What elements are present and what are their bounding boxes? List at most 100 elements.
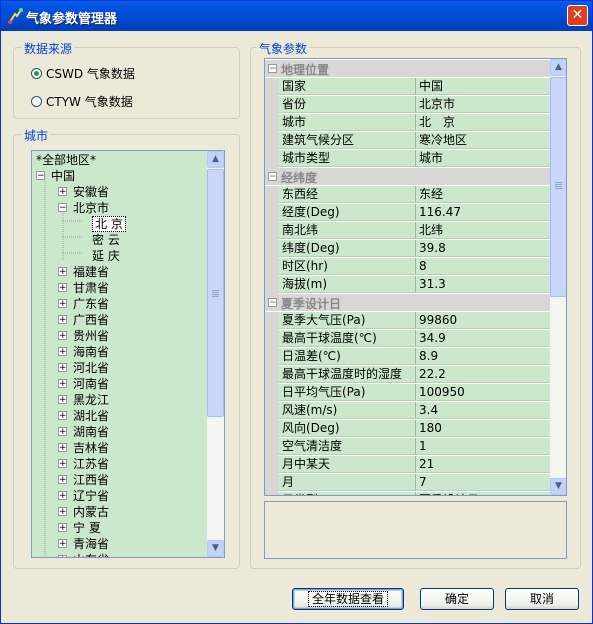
- property-row[interactable]: 城市类型 城市: [265, 150, 551, 168]
- property-value[interactable]: 1: [416, 438, 551, 455]
- scroll-up-icon[interactable]: ▲: [207, 151, 224, 168]
- radio-ctyw[interactable]: CTYW 气象数据: [31, 93, 133, 109]
- property-value[interactable]: 北纬: [416, 222, 551, 239]
- property-row[interactable]: 最高干球温度时的湿度 22.2: [265, 366, 551, 384]
- property-value[interactable]: 夏季设计日: [416, 492, 551, 495]
- property-value[interactable]: 北京市: [416, 96, 551, 113]
- property-value[interactable]: 39.8: [416, 240, 551, 257]
- collapse-icon[interactable]: −: [268, 64, 277, 74]
- property-grid-scrollbar[interactable]: ▲ ▼: [550, 59, 566, 495]
- property-row[interactable]: 省份 北京市: [265, 96, 551, 114]
- property-name: 城市: [279, 114, 416, 131]
- property-row[interactable]: 风速(m/s) 3.4: [265, 402, 551, 420]
- property-row[interactable]: 国家 中国: [265, 78, 551, 96]
- property-name: 省份: [279, 96, 416, 113]
- tree-connector-lines: [44, 175, 82, 557]
- property-value[interactable]: 99860: [416, 312, 551, 329]
- property-row[interactable]: 南北纬 北纬: [265, 222, 551, 240]
- property-gutter: [265, 240, 279, 258]
- scroll-up-icon[interactable]: ▲: [550, 59, 566, 76]
- property-row[interactable]: 时区(hr) 8: [265, 258, 551, 276]
- data-source-label: 数据来源: [22, 40, 75, 57]
- property-row[interactable]: 日类型夏季设计日: [265, 492, 551, 495]
- radio-cswd[interactable]: CSWD 气象数据: [31, 65, 135, 81]
- property-gutter: [265, 366, 279, 384]
- property-row[interactable]: 城市北 京: [265, 114, 551, 132]
- cancel-label: 取消: [529, 592, 554, 606]
- property-row[interactable]: 日平均气压(Pa) 100950: [265, 384, 551, 402]
- property-value[interactable]: 180: [416, 420, 551, 437]
- property-row[interactable]: 最高干球温度(℃) 34.9: [265, 330, 551, 348]
- property-value[interactable]: 中国: [416, 78, 551, 95]
- property-row[interactable]: 风向(Deg) 180: [265, 420, 551, 438]
- property-category[interactable]: − 夏季设计日: [265, 294, 551, 311]
- property-row[interactable]: 日温差(℃) 8.9: [265, 348, 551, 366]
- city-tree-scrollbar[interactable]: ▲ ▼: [207, 151, 224, 557]
- property-name: 日温差(℃): [279, 348, 416, 365]
- property-value[interactable]: 34.9: [416, 330, 551, 347]
- property-value[interactable]: 北 京: [416, 114, 551, 131]
- close-button[interactable]: ✕: [567, 5, 588, 26]
- property-name: 日平均气压(Pa): [279, 384, 416, 401]
- property-name: 海拔(m): [279, 276, 416, 293]
- property-value[interactable]: 城市: [416, 150, 551, 167]
- property-name: 日类型: [279, 492, 416, 495]
- property-value[interactable]: 22.2: [416, 366, 551, 383]
- property-row[interactable]: 建筑气候分区 寒冷地区: [265, 132, 551, 150]
- property-row[interactable]: 经度(Deg) 116.47: [265, 204, 551, 222]
- window: 气象参数管理器 ✕ 数据来源 CSWD 气象数据 CTYW 气象数据 城市 *全…: [0, 0, 593, 624]
- property-value[interactable]: 21: [416, 456, 551, 473]
- property-gutter: [265, 402, 279, 420]
- property-value[interactable]: 116.47: [416, 204, 551, 221]
- property-gutter: [265, 492, 279, 495]
- property-value[interactable]: 8: [416, 258, 551, 275]
- property-value[interactable]: 3.4: [416, 402, 551, 419]
- property-grid[interactable]: − 地理位置 国家 中国 省份 北京市 城市北 京建筑气候分区 寒冷地区 城市类型 城市 − 经纬度东…: [264, 58, 567, 496]
- app-icon: [8, 8, 23, 24]
- scroll-thumb[interactable]: [550, 77, 566, 297]
- scroll-down-icon[interactable]: ▼: [550, 478, 566, 495]
- ok-label: 确定: [444, 592, 469, 606]
- property-gutter: [265, 222, 279, 240]
- property-gutter: [265, 204, 279, 222]
- collapse-icon[interactable]: −: [268, 172, 277, 182]
- property-gutter: [265, 150, 279, 168]
- title-bar[interactable]: 气象参数管理器 ✕: [1, 1, 592, 31]
- property-row[interactable]: 纬度(Deg) 39.8: [265, 240, 551, 258]
- cancel-button[interactable]: 取消: [505, 588, 579, 610]
- property-gutter: [265, 456, 279, 474]
- property-name: 风向(Deg): [279, 420, 416, 437]
- annual-data-button[interactable]: 全年数据查看: [292, 588, 404, 610]
- property-gutter: [265, 438, 279, 456]
- property-category-label: 夏季设计日: [281, 297, 342, 311]
- property-name: 建筑气候分区: [279, 132, 416, 149]
- property-name: 城市类型: [279, 150, 416, 167]
- property-row[interactable]: 空气清洁度 1: [265, 438, 551, 456]
- property-gutter: [265, 78, 279, 96]
- property-grid-rows: − 地理位置 国家 中国 省份 北京市 城市北 京建筑气候分区 寒冷地区 城市类型 城市 − 经纬度东…: [265, 59, 551, 495]
- property-category[interactable]: − 经纬度: [265, 168, 551, 185]
- property-value[interactable]: 寒冷地区: [416, 132, 551, 149]
- property-name: 国家: [279, 78, 416, 95]
- scroll-thumb[interactable]: [207, 169, 224, 417]
- city-tree[interactable]: *全部地区* − 中国 + 安徽省 − 北京市北 京密 云延 庆 + 福建省 + 甘肃省 + 广东省 + 广…: [31, 150, 225, 558]
- property-value[interactable]: 7: [416, 474, 551, 491]
- property-row[interactable]: 海拔(m) 31.3: [265, 276, 551, 294]
- property-name: 经度(Deg): [279, 204, 416, 221]
- radio-ctyw-indicator[interactable]: [31, 95, 42, 107]
- property-name: 最高干球温度时的湿度: [279, 366, 416, 383]
- collapse-icon[interactable]: −: [268, 298, 277, 308]
- property-value[interactable]: 100950: [416, 384, 551, 401]
- property-value[interactable]: 31.3: [416, 276, 551, 293]
- property-value[interactable]: 8.9: [416, 348, 551, 365]
- property-category[interactable]: − 地理位置: [265, 60, 551, 77]
- weather-params-label: 气象参数: [257, 40, 310, 57]
- ok-button[interactable]: 确定: [420, 588, 494, 610]
- radio-cswd-indicator[interactable]: [31, 67, 42, 79]
- property-row[interactable]: 夏季大气压(Pa) 99860: [265, 312, 551, 330]
- property-row[interactable]: 月7: [265, 474, 551, 492]
- scroll-down-icon[interactable]: ▼: [207, 540, 224, 557]
- property-row[interactable]: 月中某天 21: [265, 456, 551, 474]
- property-row[interactable]: 东西经 东经: [265, 186, 551, 204]
- property-value[interactable]: 东经: [416, 186, 551, 203]
